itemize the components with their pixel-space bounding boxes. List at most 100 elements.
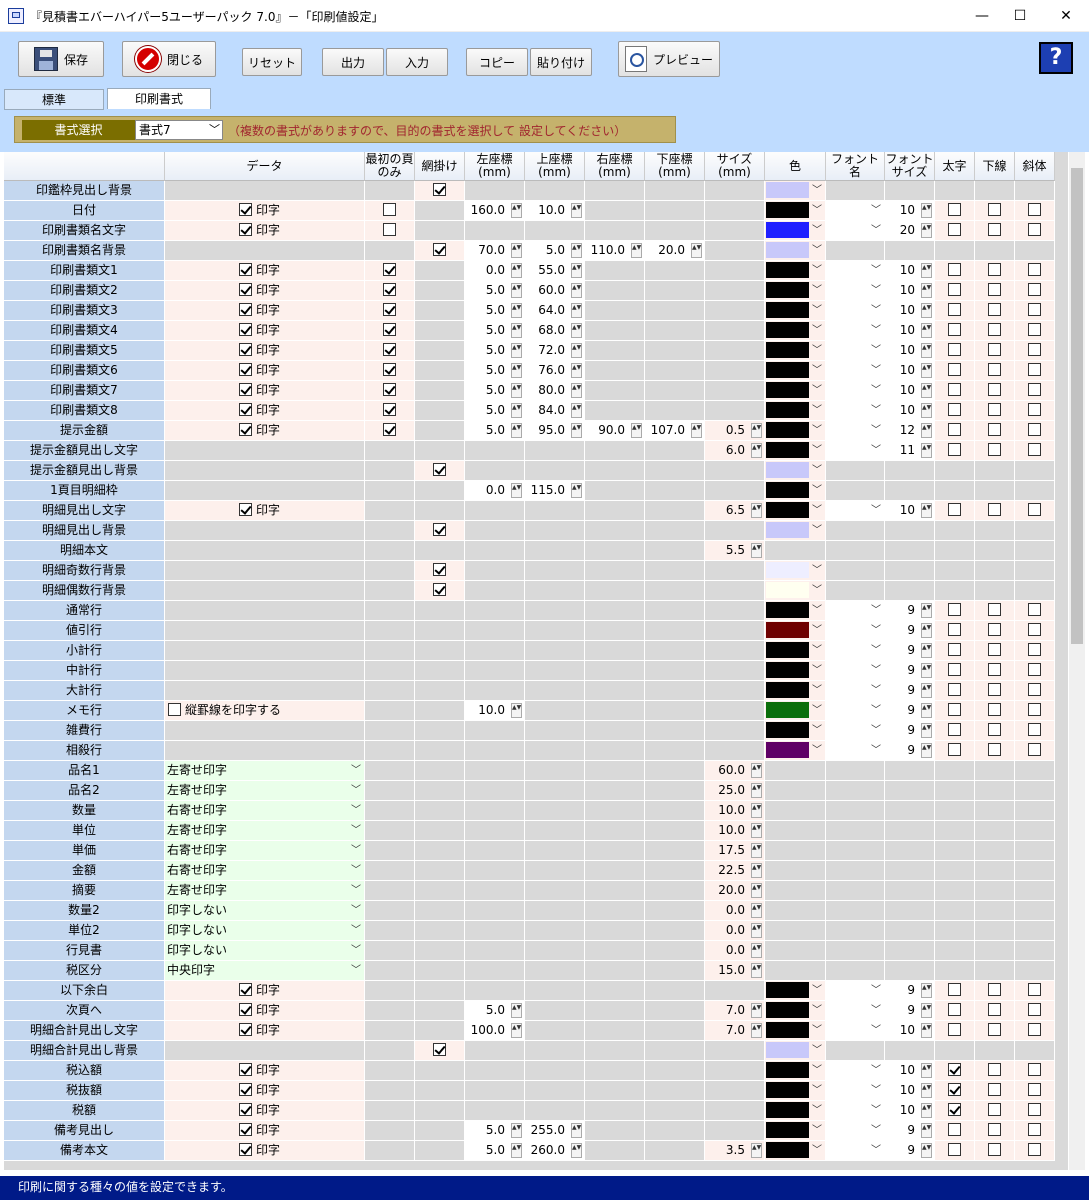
spinner-arrows-icon[interactable]: ▲▼ <box>921 1023 932 1038</box>
data-cell[interactable]: 印字 <box>165 381 365 401</box>
top-cell[interactable]: 64.0 ▲▼ <box>525 301 585 321</box>
chevron-down-icon[interactable]: ﹀ <box>870 321 882 340</box>
bold-cell[interactable] <box>935 1081 975 1101</box>
color-cell[interactable]: ﹀ <box>765 1041 826 1061</box>
italic-checkbox[interactable] <box>1028 643 1041 656</box>
font-name-cell[interactable]: ﹀ <box>826 661 885 681</box>
underline-checkbox[interactable] <box>988 443 1001 456</box>
underline-cell[interactable] <box>975 981 1015 1001</box>
chevron-down-icon[interactable]: ﹀ <box>811 401 823 420</box>
bold-cell[interactable] <box>935 401 975 421</box>
spinner-arrows-icon[interactable]: ▲▼ <box>631 423 642 438</box>
underline-checkbox[interactable] <box>988 303 1001 316</box>
italic-checkbox[interactable] <box>1028 623 1041 636</box>
spinner-arrows-icon[interactable]: ▲▼ <box>571 203 582 218</box>
color-cell[interactable]: ﹀ <box>765 341 826 361</box>
italic-checkbox[interactable] <box>1028 223 1041 236</box>
color-cell[interactable]: ﹀ <box>765 241 826 261</box>
data-cell[interactable]: 印字 <box>165 1021 365 1041</box>
underline-checkbox[interactable] <box>988 223 1001 236</box>
size-cell[interactable]: 20.0 ▲▼ <box>705 881 765 901</box>
bold-checkbox[interactable] <box>948 1003 961 1016</box>
bold-cell[interactable] <box>935 341 975 361</box>
spinner-arrows-icon[interactable]: ▲▼ <box>921 203 932 218</box>
font-name-cell[interactable]: ﹀ <box>826 201 885 221</box>
bold-cell[interactable] <box>935 661 975 681</box>
right-cell[interactable]: 90.0 ▲▼ <box>585 421 645 441</box>
copy-button[interactable]: コピー <box>466 48 528 76</box>
scrollbar-thumb[interactable] <box>1071 168 1083 644</box>
top-cell[interactable]: 76.0 ▲▼ <box>525 361 585 381</box>
underline-cell[interactable] <box>975 721 1015 741</box>
underline-checkbox[interactable] <box>988 703 1001 716</box>
color-cell[interactable]: ﹀ <box>765 601 826 621</box>
chevron-down-icon[interactable]: ﹀ <box>870 1061 882 1080</box>
size-cell[interactable]: 60.0 ▲▼ <box>705 761 765 781</box>
font-size-cell[interactable]: 10 ▲▼ <box>885 1061 935 1081</box>
spinner-arrows-icon[interactable]: ▲▼ <box>751 1003 762 1018</box>
color-cell[interactable]: ﹀ <box>765 381 826 401</box>
italic-checkbox[interactable] <box>1028 743 1041 756</box>
spinner-arrows-icon[interactable]: ▲▼ <box>511 423 522 438</box>
chevron-down-icon[interactable]: ﹀ <box>811 481 823 500</box>
bold-checkbox[interactable] <box>948 983 961 996</box>
chevron-down-icon[interactable]: ﹀ <box>811 1101 823 1120</box>
first-page-cell[interactable] <box>365 301 415 321</box>
top-cell[interactable]: 80.0 ▲▼ <box>525 381 585 401</box>
bold-checkbox[interactable] <box>948 1143 961 1156</box>
data-cell[interactable]: 印字 <box>165 1141 365 1161</box>
underline-cell[interactable] <box>975 321 1015 341</box>
left-cell[interactable]: 5.0 ▲▼ <box>465 401 525 421</box>
underline-checkbox[interactable] <box>988 283 1001 296</box>
spinner-arrows-icon[interactable]: ▲▼ <box>921 623 932 638</box>
color-cell[interactable]: ﹀ <box>765 461 826 481</box>
underline-cell[interactable] <box>975 381 1015 401</box>
spinner-arrows-icon[interactable]: ▲▼ <box>921 1123 932 1138</box>
bold-cell[interactable] <box>935 201 975 221</box>
shading-checkbox[interactable] <box>433 1043 446 1056</box>
spinner-arrows-icon[interactable]: ▲▼ <box>921 263 932 278</box>
spinner-arrows-icon[interactable]: ▲▼ <box>921 743 932 758</box>
color-cell[interactable]: ﹀ <box>765 641 826 661</box>
spinner-arrows-icon[interactable]: ▲▼ <box>511 1003 522 1018</box>
shading-checkbox[interactable] <box>433 243 446 256</box>
left-cell[interactable]: 5.0 ▲▼ <box>465 281 525 301</box>
size-cell[interactable]: 5.5 ▲▼ <box>705 541 765 561</box>
bold-checkbox[interactable] <box>948 623 961 636</box>
font-size-cell[interactable]: 9 ▲▼ <box>885 1001 935 1021</box>
alignment-select[interactable]: 印字しない ﹀ <box>165 901 365 921</box>
chevron-down-icon[interactable]: ﹀ <box>811 441 823 460</box>
underline-checkbox[interactable] <box>988 723 1001 736</box>
color-cell[interactable]: ﹀ <box>765 301 826 321</box>
data-cell[interactable]: 縦罫線を印字する <box>165 701 365 721</box>
input-button[interactable]: 入力 <box>386 48 448 76</box>
spinner-arrows-icon[interactable]: ▲▼ <box>751 503 762 518</box>
bold-checkbox[interactable] <box>948 223 961 236</box>
bold-checkbox[interactable] <box>948 1103 961 1116</box>
font-size-cell[interactable]: 10 ▲▼ <box>885 401 935 421</box>
top-cell[interactable]: 55.0 ▲▼ <box>525 261 585 281</box>
bold-cell[interactable] <box>935 421 975 441</box>
chevron-down-icon[interactable]: ﹀ <box>811 681 823 700</box>
first-page-checkbox[interactable] <box>383 363 396 376</box>
underline-cell[interactable] <box>975 1141 1015 1161</box>
spinner-arrows-icon[interactable]: ▲▼ <box>921 503 932 518</box>
color-cell[interactable]: ﹀ <box>765 621 826 641</box>
chevron-down-icon[interactable]: ﹀ <box>811 301 823 320</box>
chevron-down-icon[interactable]: ﹀ <box>870 681 882 700</box>
alignment-select[interactable]: 印字しない ﹀ <box>165 941 365 961</box>
italic-checkbox[interactable] <box>1028 603 1041 616</box>
left-cell[interactable]: 10.0 ▲▼ <box>465 701 525 721</box>
preview-button[interactable]: プレビュー <box>618 41 720 77</box>
color-cell[interactable]: ﹀ <box>765 1101 826 1121</box>
alignment-select[interactable]: 左寄せ印字 ﹀ <box>165 781 365 801</box>
chevron-down-icon[interactable]: ﹀ <box>870 641 882 660</box>
color-cell[interactable]: ﹀ <box>765 981 826 1001</box>
font-name-cell[interactable]: ﹀ <box>826 301 885 321</box>
left-cell[interactable]: 5.0 ▲▼ <box>465 421 525 441</box>
italic-checkbox[interactable] <box>1028 423 1041 436</box>
underline-cell[interactable] <box>975 601 1015 621</box>
data-cell[interactable]: 印字 <box>165 221 365 241</box>
chevron-down-icon[interactable]: ﹀ <box>870 981 882 1000</box>
font-size-cell[interactable]: 10 ▲▼ <box>885 381 935 401</box>
